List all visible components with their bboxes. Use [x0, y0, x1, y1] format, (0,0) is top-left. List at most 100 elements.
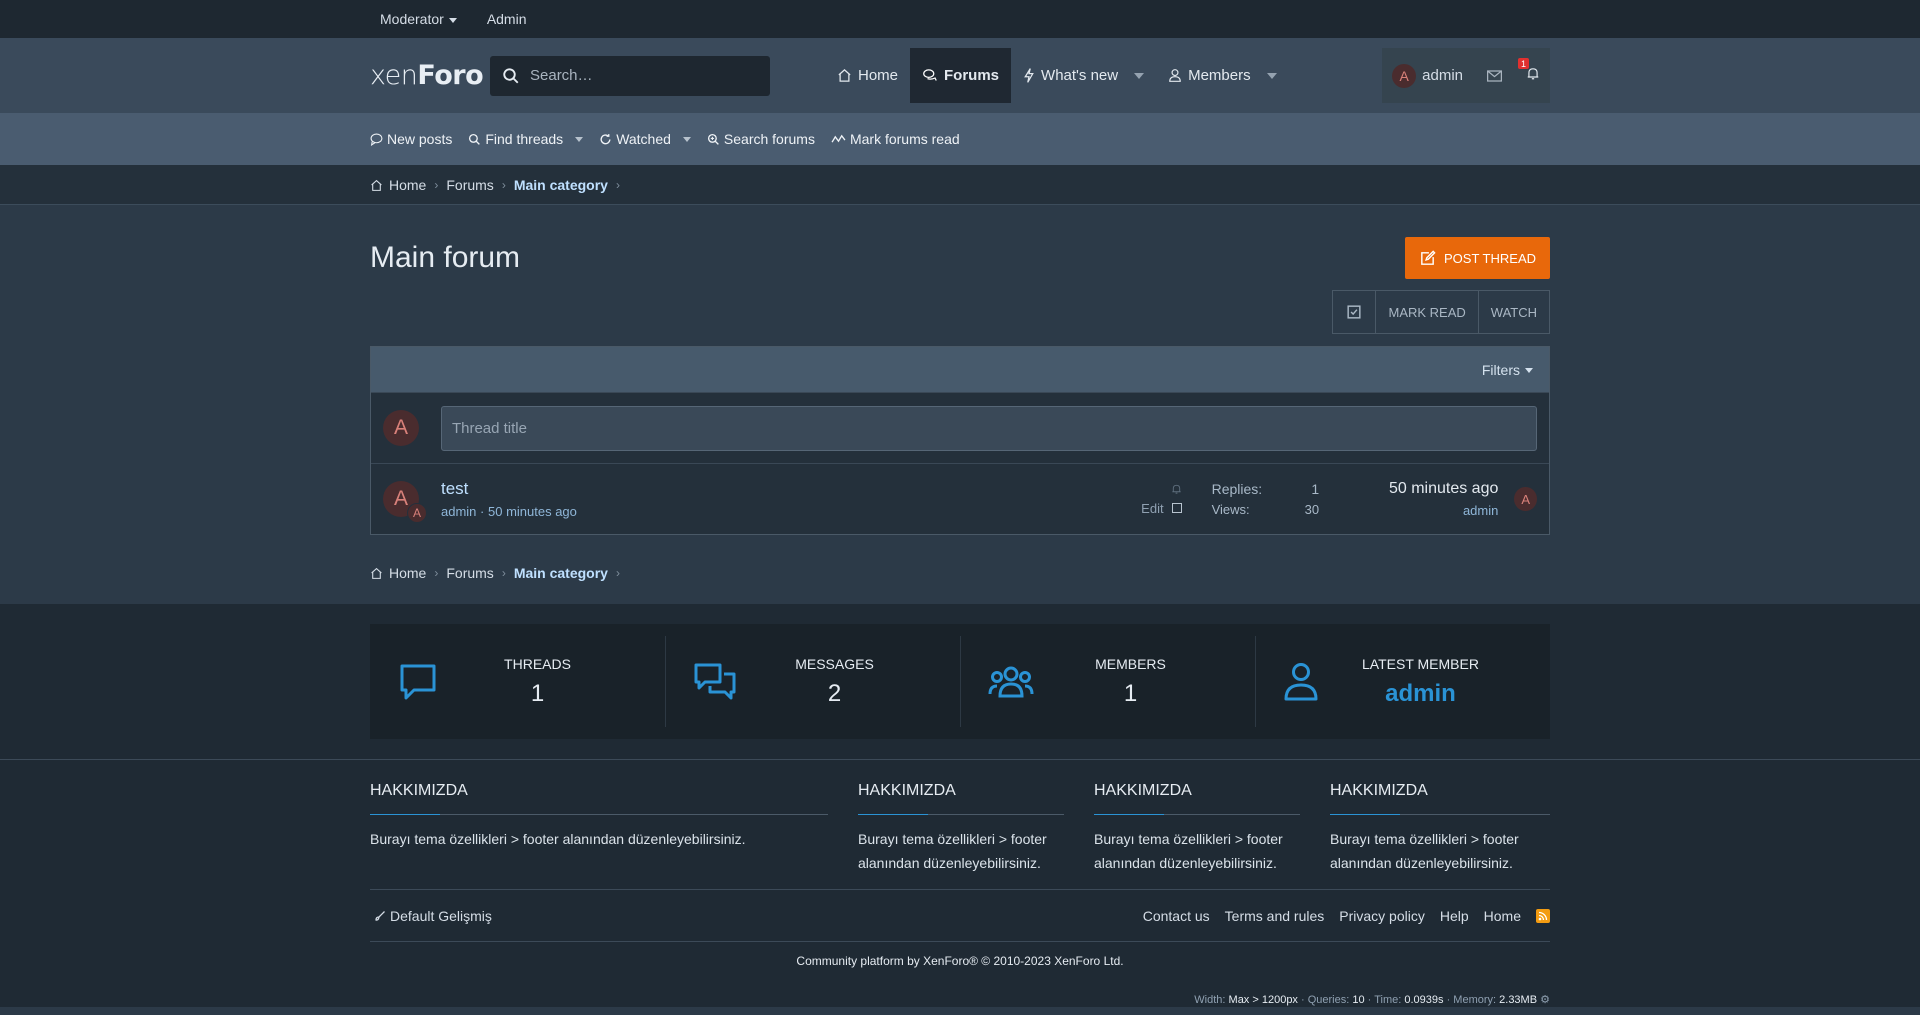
- tab-home[interactable]: Home: [825, 48, 910, 103]
- comments-icon: [694, 663, 736, 699]
- search-forums-link[interactable]: Search forums: [707, 131, 815, 147]
- post-thread-label: POST THREAD: [1444, 250, 1536, 266]
- watched-link[interactable]: Watched: [599, 131, 691, 147]
- search-box[interactable]: Search…: [490, 55, 770, 96]
- search-icon: [469, 133, 481, 145]
- caret-down-icon[interactable]: [1134, 72, 1145, 79]
- thread-avatar[interactable]: A A: [383, 481, 427, 523]
- select-threads-button[interactable]: [1333, 291, 1375, 333]
- site-header: xenForo Search… Home Forums What's new M…: [0, 38, 1920, 113]
- copyright[interactable]: Community platform by XenForo® © 2010-20…: [370, 954, 1550, 968]
- main-nav: Home Forums What's new Members: [825, 48, 1289, 103]
- comment-icon: [400, 664, 436, 699]
- forum-statistics: THREADS 1 MESSAGES 2 MEMBERS 1 LATEST MEMBE…: [0, 604, 1920, 759]
- caret-down-icon[interactable]: [1266, 72, 1277, 79]
- footer-column: HAKKIMIZDA Burayı tema özellikleri > foo…: [1330, 782, 1550, 875]
- stat-value: 1: [530, 679, 545, 707]
- staff-bar: Moderator Admin: [0, 0, 1920, 38]
- replies-count: 1: [1311, 481, 1320, 497]
- rss-icon[interactable]: [1536, 908, 1550, 923]
- contact-link[interactable]: Contact us: [1143, 908, 1210, 924]
- watched-label: Watched: [616, 131, 671, 147]
- logo-text-light: xen: [370, 60, 418, 91]
- bell-icon: [1171, 484, 1181, 494]
- forum-actions: MARK READ WATCH: [1332, 290, 1550, 334]
- debug-time-label: · Time:: [1367, 994, 1402, 1006]
- breadcrumb-forums[interactable]: Forums: [446, 565, 493, 581]
- breadcrumb-home[interactable]: Home: [389, 565, 426, 581]
- comment-icon: [370, 133, 383, 146]
- help-link[interactable]: Help: [1440, 908, 1469, 924]
- caret-down-icon[interactable]: [575, 136, 584, 142]
- gear-icon[interactable]: ⚙: [1540, 994, 1550, 1006]
- thread-author[interactable]: admin: [441, 504, 476, 519]
- search-plus-icon: [707, 133, 719, 145]
- thread-title-input[interactable]: [440, 405, 1537, 451]
- thread-list: Filters A A A test admin · 50 minutes ag…: [370, 346, 1550, 535]
- alerts-button[interactable]: 1: [1518, 58, 1540, 85]
- latest-user[interactable]: admin: [1319, 503, 1498, 518]
- views-label: Views:: [1211, 502, 1250, 517]
- moderator-menu[interactable]: Moderator: [380, 11, 457, 27]
- new-posts-link[interactable]: New posts: [370, 131, 452, 147]
- footer-home-link[interactable]: Home: [1484, 908, 1521, 924]
- footer-heading: HAKKIMIZDA: [858, 782, 1064, 815]
- tab-whats-new-label: What's new: [1041, 67, 1119, 84]
- edit-link[interactable]: Edit: [1141, 501, 1163, 516]
- table-row: A A test admin · 50 minutes ago Edit Rep…: [371, 463, 1549, 534]
- stat-value: 2: [827, 679, 842, 707]
- footer-heading: HAKKIMIZDA: [370, 782, 828, 815]
- mark-read-button[interactable]: MARK READ: [1375, 291, 1477, 333]
- tab-members-label: Members: [1188, 67, 1251, 84]
- select-checkbox[interactable]: [1171, 503, 1182, 513]
- watch-button[interactable]: WATCH: [1477, 291, 1549, 333]
- mark-forums-read-link[interactable]: Mark forums read: [831, 131, 960, 147]
- new-posts-label: New posts: [387, 131, 453, 147]
- meta-separator: ·: [480, 504, 488, 519]
- chevron-right-icon: ›: [501, 566, 506, 580]
- latest-member-link[interactable]: admin: [1319, 680, 1522, 708]
- users-icon: [988, 666, 1034, 697]
- stat-messages: MESSAGES 2: [665, 624, 960, 739]
- stat-label: LATEST MEMBER: [1362, 655, 1479, 672]
- latest-time[interactable]: 50 minutes ago: [1319, 480, 1498, 498]
- post-thread-button[interactable]: POST THREAD: [1405, 237, 1550, 279]
- main-content: Main forum POST THREAD MARK READ WATCH F…: [0, 205, 1920, 604]
- avatar[interactable]: A: [1514, 487, 1538, 511]
- tab-members[interactable]: Members: [1156, 48, 1289, 103]
- envelope-icon[interactable]: [1487, 69, 1502, 82]
- debug-memory: 2.33MB: [1499, 994, 1538, 1006]
- tab-forums[interactable]: Forums: [910, 48, 1012, 103]
- tab-whats-new[interactable]: What's new: [1011, 48, 1156, 103]
- breadcrumb-category[interactable]: Main category: [514, 177, 608, 193]
- mark-forums-read-label: Mark forums read: [849, 131, 960, 147]
- footer-heading: HAKKIMIZDA: [1330, 782, 1550, 815]
- moderator-label: Moderator: [380, 11, 444, 27]
- debug-width: Max > 1200px: [1228, 994, 1298, 1006]
- tab-forums-label: Forums: [944, 67, 1000, 84]
- stat-label: MEMBERS: [1095, 655, 1166, 672]
- debug-queries: 10: [1352, 994, 1365, 1006]
- thread-title[interactable]: test: [441, 479, 1083, 499]
- footer-text: Burayı tema özellikleri > footer alanınd…: [1330, 831, 1519, 871]
- replies-label: Replies:: [1211, 481, 1263, 497]
- thread-time[interactable]: 50 minutes ago: [488, 504, 577, 519]
- terms-link[interactable]: Terms and rules: [1225, 908, 1325, 924]
- search-forums-label: Search forums: [723, 131, 815, 147]
- breadcrumb-category[interactable]: Main category: [514, 565, 608, 581]
- caret-down-icon[interactable]: [682, 136, 691, 142]
- breadcrumb-home[interactable]: Home: [389, 177, 426, 193]
- style-chooser[interactable]: Default Gelişmiş: [374, 908, 492, 924]
- site-logo[interactable]: xenForo: [370, 60, 490, 91]
- admin-link[interactable]: Admin: [487, 11, 527, 27]
- privacy-link[interactable]: Privacy policy: [1339, 908, 1425, 924]
- chevron-right-icon: ›: [615, 178, 620, 192]
- views-count: 30: [1304, 502, 1320, 517]
- stat-label: THREADS: [504, 655, 571, 672]
- find-threads-link[interactable]: Find threads: [468, 131, 584, 147]
- account-menu[interactable]: A admin: [1392, 63, 1463, 88]
- filters-button[interactable]: Filters: [1482, 362, 1533, 378]
- thread-latest: 50 minutes ago admin: [1319, 480, 1498, 518]
- breadcrumb-forums[interactable]: Forums: [446, 177, 493, 193]
- footer-heading: HAKKIMIZDA: [1094, 782, 1300, 815]
